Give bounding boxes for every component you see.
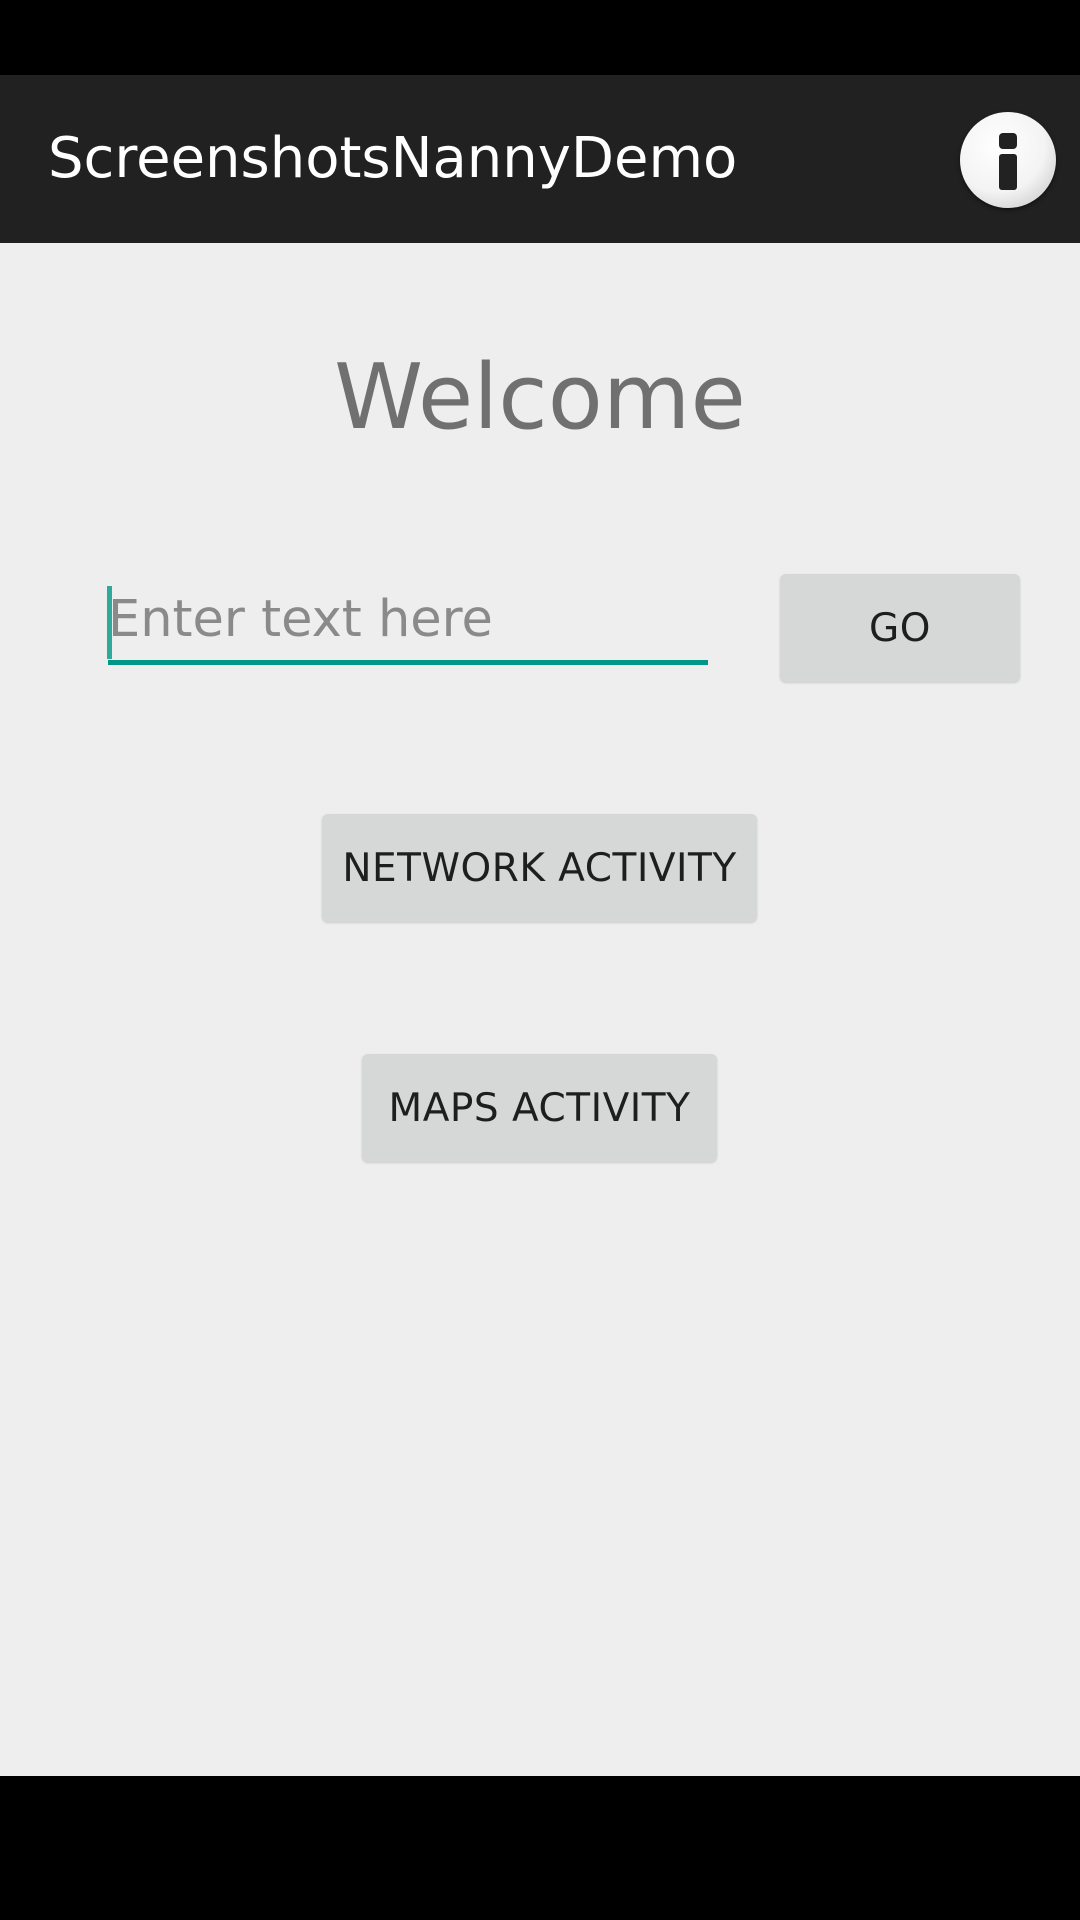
network-activity-button[interactable]: NETWORK ACTIVITY [322,814,757,922]
maps-activity-button[interactable]: MAPS ACTIVITY [362,1054,717,1162]
welcome-heading: Welcome [334,345,746,450]
info-button[interactable] [960,112,1056,208]
text-input[interactable] [108,578,708,665]
text-cursor [107,586,112,659]
main-content: Welcome GO NETWORK ACTIVITY MAPS ACTIVIT… [0,243,1080,1776]
app-title: ScreenshotsNannyDemo [48,126,738,191]
info-icon [999,133,1017,190]
status-bar [0,0,1080,75]
navigation-bar [0,1776,1080,1920]
go-button[interactable]: GO [780,574,1020,682]
app-screen: ScreenshotsNannyDemo Welcome GO NETWORK … [0,0,1080,1920]
app-bar: ScreenshotsNannyDemo [0,75,1080,243]
